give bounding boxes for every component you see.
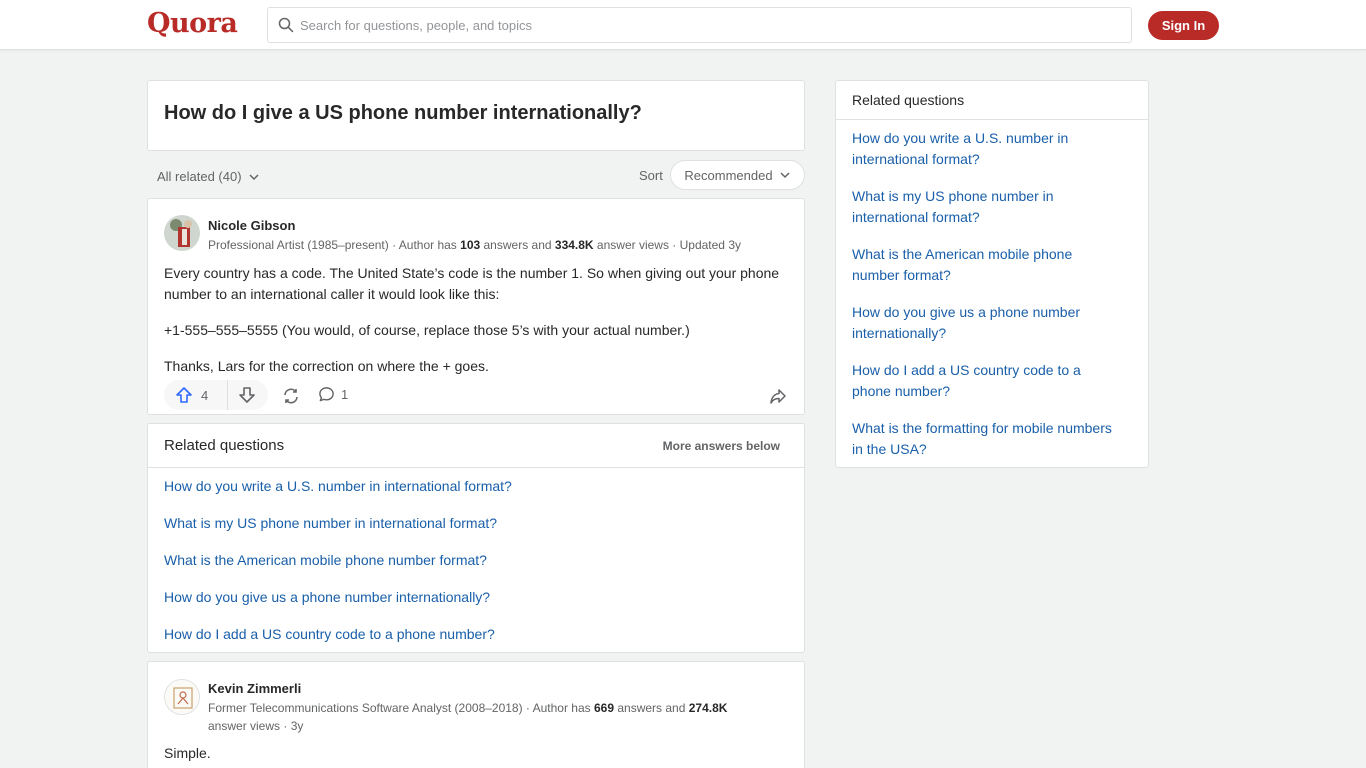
sort-dropdown[interactable]: Recommended (670, 160, 805, 190)
related-questions-title: Related questions (852, 92, 965, 108)
related-question-link[interactable]: What is the American mobile phone number… (164, 552, 487, 568)
upvote-button[interactable]: 4 (164, 380, 228, 410)
answer-action-bar: 4 1 (164, 380, 790, 410)
answer-paragraph: Every country has a code. The United Sta… (164, 265, 780, 302)
sort-value: Recommended (684, 167, 773, 183)
downvote-arrow-icon (239, 387, 255, 403)
author-credential: Former Telecommunications Software Analy… (208, 701, 728, 733)
share-button[interactable] (768, 386, 788, 406)
sign-in-button[interactable]: Sign In (1148, 11, 1219, 40)
related-question-link[interactable]: How do you write a U.S. number in intern… (164, 478, 512, 494)
related-question-link[interactable]: How do you give us a phone number intern… (852, 302, 1122, 344)
quora-logo[interactable]: Quora (147, 8, 238, 39)
related-question-link[interactable]: How do you write a U.S. number in intern… (852, 128, 1122, 170)
top-navbar: Quora Sign In (0, 0, 1366, 50)
answer-paragraph: Thanks, Lars for the correction on where… (164, 358, 489, 374)
upvote-count: 4 (201, 387, 209, 403)
share-arrow-icon (770, 389, 786, 404)
vote-group: 4 (164, 380, 268, 410)
related-question-link[interactable]: How do I add a US country code to a phon… (164, 626, 495, 642)
comment-icon (319, 387, 334, 402)
related-question-link[interactable]: How do I add a US country code to a phon… (852, 360, 1122, 402)
related-questions-inline: Related questions More answers below How… (147, 423, 805, 653)
answer-card: Kevin Zimmerli Former Telecommunications… (147, 661, 805, 768)
search-icon (278, 17, 294, 33)
related-questions-header: Related questions More answers below (148, 424, 804, 468)
answer-paragraph: +1-555–555–5555 (You would, of course, r… (164, 322, 690, 338)
related-question-link[interactable]: What is the formatting for mobile number… (852, 418, 1122, 460)
comment-button[interactable]: 1 (318, 386, 348, 403)
author-name[interactable]: Kevin Zimmerli (208, 681, 301, 696)
question-title: How do I give a US phone number internat… (164, 102, 642, 124)
related-questions-title: Related questions (164, 437, 285, 454)
chevron-down-icon (249, 173, 259, 180)
related-questions-sidebar: Related questions How do you write a U.S… (835, 80, 1149, 468)
answer-card: Nicole Gibson Professional Artist (1985–… (147, 198, 805, 415)
reshare-icon (284, 388, 298, 404)
avatar-image-icon (164, 215, 200, 251)
share-reshare-button[interactable] (281, 386, 301, 406)
chevron-down-icon (780, 172, 790, 179)
more-answers-below-label: More answers below (662, 439, 780, 453)
related-question-link[interactable]: What is the American mobile phone number… (852, 244, 1122, 286)
answer-filter-bar: All related (40) Sort Recommended (147, 160, 805, 190)
question-card: How do I give a US phone number internat… (147, 80, 805, 151)
author-credential: Professional Artist (1985–present) · Aut… (208, 238, 741, 252)
downvote-button[interactable] (228, 380, 266, 410)
related-questions-header: Related questions (836, 81, 1148, 120)
avatar[interactable] (164, 215, 200, 251)
sort-label: Sort (639, 168, 663, 183)
comment-count: 1 (341, 387, 349, 402)
related-question-link[interactable]: What is my US phone number in internatio… (852, 186, 1122, 228)
avatar-image-icon (165, 680, 199, 714)
answer-paragraph: Simple. (164, 745, 211, 761)
related-question-link[interactable]: What is my US phone number in internatio… (164, 515, 497, 531)
all-related-label: All related (40) (157, 169, 242, 184)
author-name[interactable]: Nicole Gibson (208, 218, 295, 233)
search-input[interactable] (300, 17, 1100, 33)
upvote-arrow-icon (176, 387, 192, 403)
related-question-link[interactable]: How do you give us a phone number intern… (164, 589, 490, 605)
avatar[interactable] (164, 679, 200, 715)
search-box[interactable] (267, 7, 1132, 43)
all-related-dropdown[interactable]: All related (40) (157, 169, 260, 184)
